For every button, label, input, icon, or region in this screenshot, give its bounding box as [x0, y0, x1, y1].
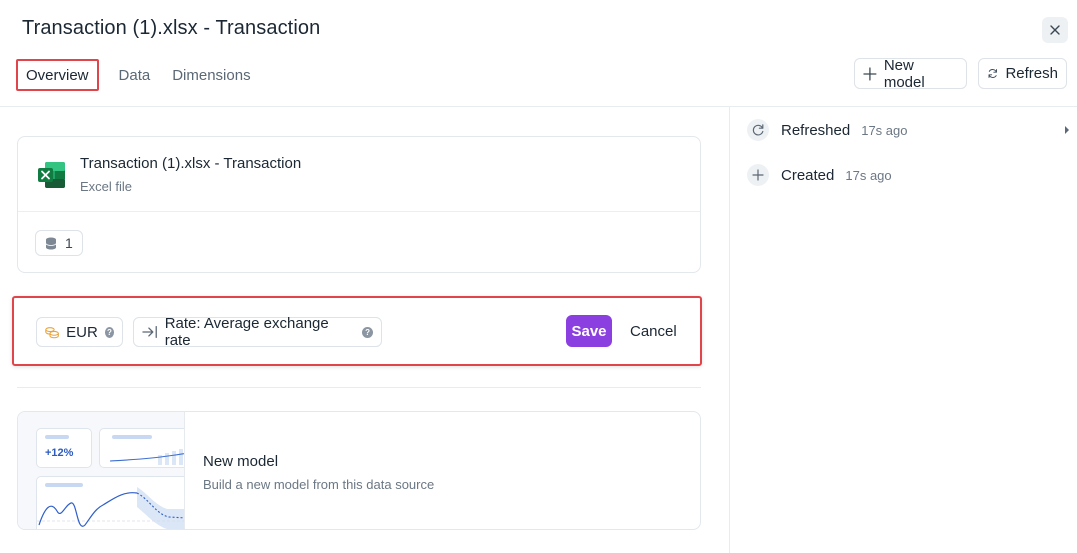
header-divider [0, 106, 1077, 107]
plus-icon [747, 164, 769, 186]
tab-dimensions[interactable]: Dimensions [164, 59, 258, 91]
mini-line-card [99, 428, 184, 468]
file-name: Transaction (1).xlsx - Transaction [80, 155, 302, 172]
chevron-right-icon[interactable] [1064, 126, 1070, 134]
activity-time: 17s ago [861, 122, 908, 138]
save-button[interactable]: Save [566, 315, 612, 347]
refresh-label: Refresh [1005, 65, 1058, 82]
tab-bar: Overview Data Dimensions [16, 59, 259, 91]
database-icon [45, 237, 57, 249]
table-count: 1 [65, 235, 73, 251]
illustration-stat: +12% [45, 447, 74, 459]
card-divider [18, 211, 700, 212]
tab-data[interactable]: Data [111, 59, 159, 91]
activity-item: Created 17s ago [747, 163, 892, 187]
section-divider [17, 387, 701, 388]
table-count-chip[interactable]: 1 [35, 230, 83, 256]
data-source-card: Transaction (1).xlsx - Transaction Excel… [17, 136, 701, 273]
page-title: Transaction (1).xlsx - Transaction [22, 17, 321, 39]
new-model-card[interactable]: +12% New model Build a new model from th… [17, 411, 701, 530]
activity-label: Created [781, 166, 835, 184]
activity-item[interactable]: Refreshed 17s ago [747, 118, 907, 142]
activity-label: Refreshed [781, 121, 851, 139]
activity-time: 17s ago [845, 167, 892, 183]
model-illustration: +12% [18, 412, 185, 529]
currency-value: EUR [66, 323, 98, 341]
help-icon[interactable]: ? [104, 326, 114, 338]
exchange-rate-select[interactable]: Rate: Average exchange rate ? [133, 315, 382, 349]
tab-overview[interactable]: Overview [16, 59, 99, 91]
cancel-button[interactable]: Cancel [626, 315, 681, 347]
new-model-description: Build a new model from this data source [203, 477, 435, 492]
new-model-label: New model [883, 56, 925, 91]
plus-icon [863, 66, 877, 81]
panel-divider [729, 107, 730, 553]
currency-settings-row: EUR ? Rate: Average exchange rate ? Save… [12, 296, 702, 366]
close-button[interactable] [1042, 17, 1068, 43]
exchange-rate-value: Rate: Average exchange rate [164, 315, 329, 349]
mini-wave-card [36, 476, 184, 529]
arrow-to-line-icon [142, 325, 157, 339]
refresh-icon [747, 119, 769, 141]
mini-stat-card: +12% [36, 428, 92, 468]
excel-icon [38, 161, 66, 194]
refresh-button[interactable]: Refresh [978, 58, 1067, 89]
new-model-title: New model [203, 453, 279, 470]
currency-select[interactable]: EUR ? [36, 317, 123, 347]
refresh-icon [988, 69, 997, 78]
new-model-button[interactable]: New model [854, 56, 967, 91]
coins-icon [45, 326, 59, 338]
file-type: Excel file [80, 179, 133, 194]
close-icon [1050, 25, 1060, 35]
help-icon[interactable]: ? [362, 326, 373, 338]
